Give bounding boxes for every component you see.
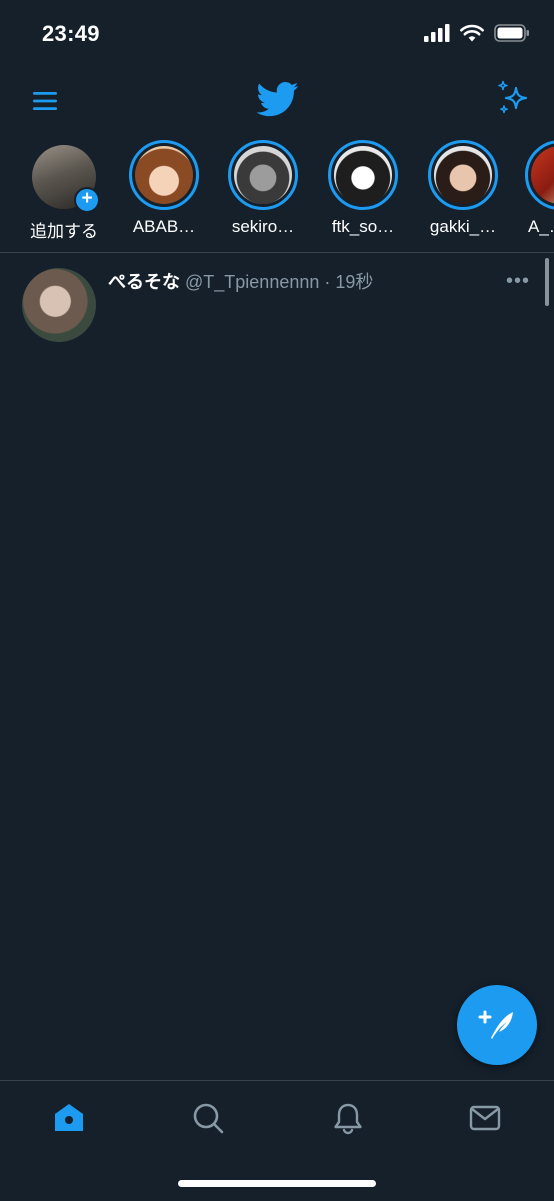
home-indicator[interactable] bbox=[178, 1180, 376, 1187]
tweet-author-avatar[interactable] bbox=[22, 268, 96, 342]
status-icons bbox=[424, 24, 530, 42]
battery-icon bbox=[494, 24, 529, 42]
search-icon[interactable] bbox=[191, 1101, 225, 1135]
fleet-item[interactable]: A_… bbox=[515, 140, 554, 237]
user-avatar-image bbox=[135, 146, 193, 204]
tweet-item[interactable]: ぺるそな @T_Tpiennennn · 19秒 ••• bbox=[0, 254, 554, 354]
user-avatar-image bbox=[531, 146, 554, 204]
top-navigation bbox=[0, 70, 554, 130]
fleet-item[interactable]: gakki_… bbox=[415, 140, 511, 237]
fleets-divider bbox=[0, 252, 554, 253]
compose-tweet-button[interactable] bbox=[457, 985, 537, 1065]
fleet-item[interactable]: sekiro… bbox=[215, 140, 311, 237]
status-time: 23:49 bbox=[42, 21, 100, 46]
fleet-item[interactable]: ftk_so… bbox=[315, 140, 411, 237]
fleet-label: A_… bbox=[528, 217, 554, 236]
user-avatar-image bbox=[234, 146, 292, 204]
fleet-label: 追加する bbox=[30, 222, 98, 241]
compose-feather-icon bbox=[478, 1010, 513, 1039]
twitter-bird-logo bbox=[257, 82, 299, 117]
fleet-item[interactable]: ABAB… bbox=[116, 140, 212, 237]
fleet-avatar bbox=[428, 140, 498, 210]
fleet-avatar bbox=[328, 140, 398, 210]
fleet-avatar bbox=[228, 140, 298, 210]
fleet-label: gakki_… bbox=[429, 217, 497, 236]
scrollbar[interactable] bbox=[545, 258, 549, 306]
fleet-avatar: + bbox=[32, 145, 100, 213]
tweet-timestamp: 19秒 bbox=[335, 272, 374, 292]
tweet-author-name[interactable]: ぺるそな bbox=[108, 272, 180, 292]
tweet-header: ぺるそな @T_Tpiennennn · 19秒 bbox=[108, 268, 373, 294]
user-avatar-image bbox=[434, 146, 492, 204]
menu-icon[interactable] bbox=[30, 86, 60, 116]
fleet-label: ABAB… bbox=[132, 217, 196, 236]
fleets-row: + 追加する ABAB… sekiro… ftk_so… gakki_… A_… bbox=[0, 140, 554, 252]
tweet-author-handle: @T_Tpiennennn bbox=[185, 272, 320, 292]
notifications-icon[interactable] bbox=[331, 1101, 365, 1135]
more-options-icon[interactable]: ••• bbox=[506, 270, 530, 293]
fleet-avatar bbox=[129, 140, 199, 210]
add-fleet-plus-icon: + bbox=[74, 187, 100, 213]
fleet-add[interactable]: + 追加する bbox=[16, 140, 112, 242]
wifi-icon bbox=[460, 24, 484, 42]
fleet-label: ftk_so… bbox=[331, 217, 395, 236]
fleet-avatar bbox=[525, 140, 554, 210]
messages-icon[interactable] bbox=[468, 1101, 502, 1135]
status-bar: 23:49 bbox=[0, 0, 554, 70]
fleet-label: sekiro… bbox=[231, 217, 295, 236]
cellular-signal-icon bbox=[424, 24, 450, 42]
tweet-separator: · bbox=[324, 272, 331, 292]
user-avatar-image bbox=[334, 146, 392, 204]
home-icon[interactable] bbox=[52, 1101, 86, 1135]
sparkle-icon[interactable] bbox=[496, 80, 532, 116]
